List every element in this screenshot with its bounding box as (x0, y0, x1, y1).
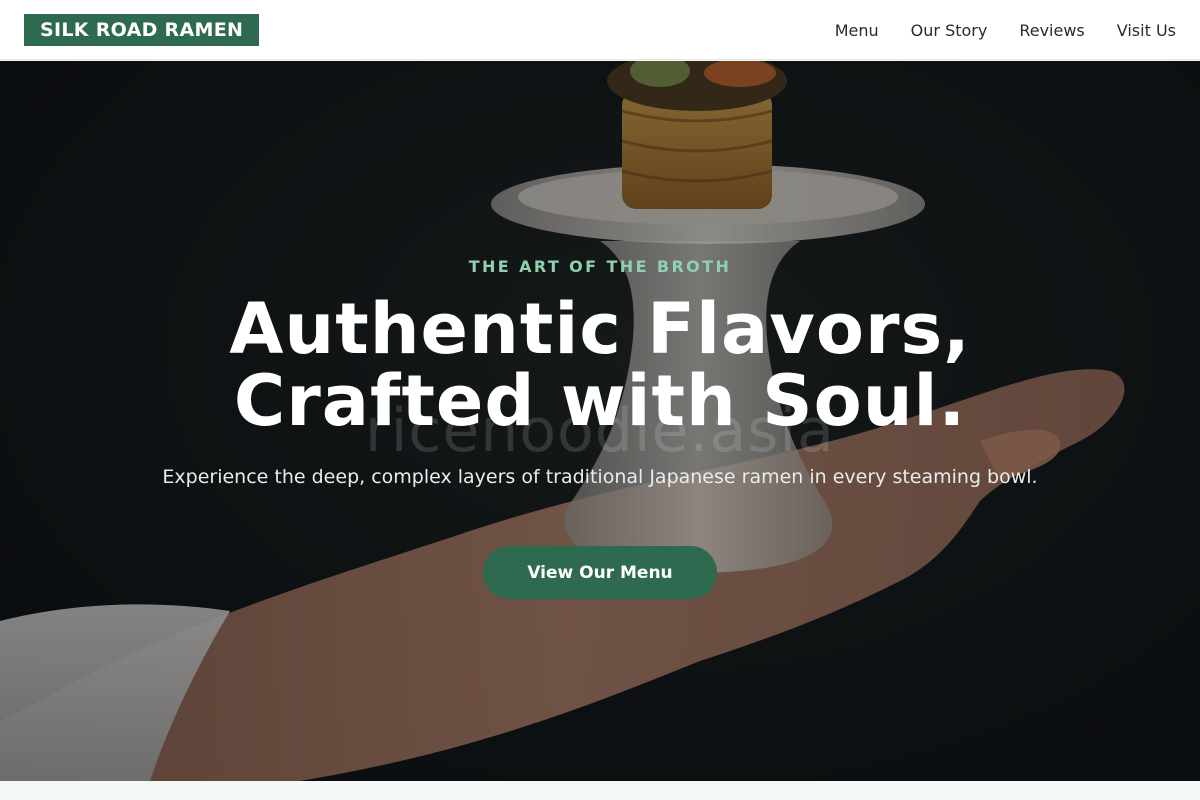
nav-item-our-story[interactable]: Our Story (911, 21, 988, 40)
view-menu-button[interactable]: View Our Menu (483, 546, 717, 599)
hero-headline-line-1: Authentic Flavors, (229, 288, 971, 370)
site-header: SILK ROAD RAMEN Menu Our Story Reviews V… (0, 0, 1200, 60)
hero-eyebrow: THE ART OF THE BROTH (468, 257, 732, 276)
hero-section: ricenoodle.asia THE ART OF THE BROTH Aut… (0, 61, 1200, 781)
hero-headline: Authentic Flavors, Crafted with Soul. (0, 293, 1200, 437)
main-nav: Menu Our Story Reviews Visit Us (835, 0, 1176, 60)
brand-logo[interactable]: SILK ROAD RAMEN (24, 14, 260, 46)
nav-item-reviews[interactable]: Reviews (1019, 21, 1084, 40)
nav-item-menu[interactable]: Menu (835, 21, 879, 40)
nav-item-visit-us[interactable]: Visit Us (1117, 21, 1176, 40)
next-section-edge (0, 781, 1200, 800)
hero-content: THE ART OF THE BROTH Authentic Flavors, … (0, 61, 1200, 781)
hero-headline-line-2: Crafted with Soul. (233, 360, 967, 442)
hero-subtext: Experience the deep, complex layers of t… (162, 466, 1038, 488)
